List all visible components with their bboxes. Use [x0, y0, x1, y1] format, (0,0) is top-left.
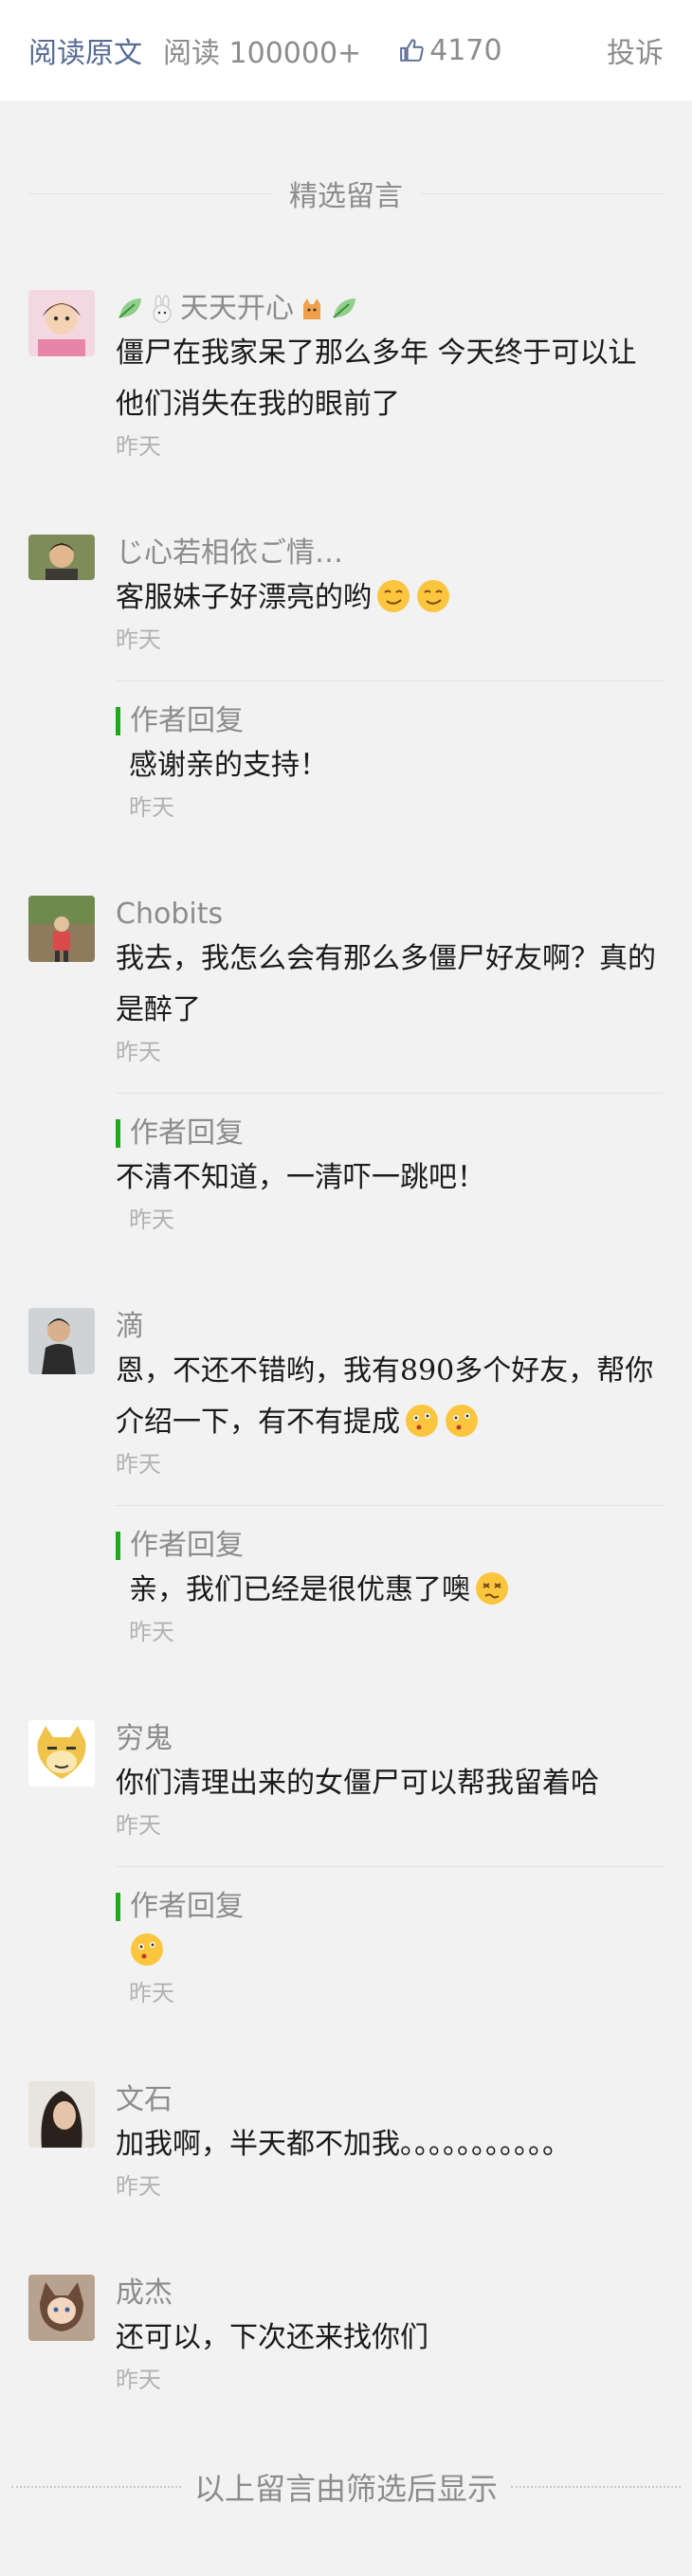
shy-emoji-icon — [446, 1405, 478, 1437]
comment-time: 昨天 — [116, 626, 161, 653]
comment-time: 昨天 — [116, 1039, 161, 1065]
comment-text: 你们清理出来的女僵尸可以帮我留着哈 — [116, 1767, 599, 1800]
reply-text — [116, 1926, 664, 1977]
shy-emoji-icon — [131, 1933, 163, 1966]
reply-label: 作者回复 — [130, 704, 244, 737]
comment-list: 天天开心 僵尸在我家呆了那么多年 今天终于可以让他们消失在我的眼前了 昨天 じ心… — [0, 212, 692, 2394]
leaf-icon — [118, 299, 141, 318]
reply-text: 亲，我们已经是很优惠了噢 — [116, 1565, 664, 1616]
comment-time: 昨天 — [116, 1451, 161, 1478]
commenter-name: 滴 — [116, 1310, 144, 1343]
featured-comments-header: 精选留言 — [0, 174, 692, 213]
avatar[interactable] — [28, 2275, 95, 2341]
divider — [11, 2486, 181, 2488]
author-reply: 作者回复 昨天 — [116, 1866, 664, 2007]
cat-icon — [303, 299, 320, 319]
commenter-name-text: 天天开心 — [180, 292, 294, 325]
comment-time: 昨天 — [116, 1812, 161, 1839]
shy-emoji-icon — [406, 1405, 438, 1437]
commenter-name: Chobits — [116, 898, 224, 931]
comment-time: 昨天 — [116, 433, 161, 460]
reply-label: 作者回复 — [130, 1890, 244, 1923]
reply-time: 昨天 — [129, 1619, 174, 1645]
divider — [420, 192, 664, 194]
reply-accent-bar — [116, 707, 120, 735]
reply-time: 昨天 — [129, 1206, 174, 1233]
smirk-emoji-icon — [377, 580, 410, 612]
author-reply: 作者回复 亲，我们已经是很优惠了噢 昨天 — [116, 1505, 664, 1646]
author-reply: 作者回复 不清不知道，一清吓一跳吧！ 昨天 — [116, 1093, 664, 1234]
avatar[interactable] — [28, 2081, 95, 2148]
section-title: 精选留言 — [289, 180, 403, 213]
author-reply: 作者回复 感谢亲的支持！ 昨天 — [116, 680, 664, 822]
footer-note-text: 以上留言由筛选后显示 — [194, 2471, 499, 2507]
comment-text: 还可以，下次还来找你们 — [116, 2321, 428, 2354]
comment-text-content: 恩，不还不错哟，我有890多个好友，帮你介绍一下，有不有提成 — [116, 1354, 654, 1439]
avatar[interactable] — [28, 1308, 95, 1374]
commenter-name: じ心若相依ご情… — [116, 536, 343, 570]
avatar[interactable] — [28, 1720, 95, 1787]
like-button[interactable]: 4170 — [399, 33, 502, 67]
comment-item: 天天开心 僵尸在我家呆了那么多年 今天终于可以让他们消失在我的眼前了 昨天 — [28, 290, 664, 461]
reply-text: 感谢亲的支持！ — [129, 749, 328, 782]
dizzy-emoji-icon — [476, 1572, 508, 1605]
comment-time: 昨天 — [116, 2367, 161, 2393]
commenter-name: 穷鬼 — [116, 1722, 173, 1755]
comment-text: 僵尸在我家呆了那么多年 今天终于可以让他们消失在我的眼前了 — [116, 336, 637, 421]
reply-time: 昨天 — [129, 1980, 174, 2006]
thumbs-up-icon — [400, 39, 424, 62]
smirk-emoji-icon — [417, 580, 449, 612]
reply-time: 昨天 — [129, 794, 174, 821]
reply-label: 作者回复 — [130, 1116, 244, 1150]
reply-accent-bar — [116, 1893, 120, 1921]
reply-label: 作者回复 — [130, 1529, 244, 1562]
comment-time: 昨天 — [116, 2173, 161, 2200]
filtered-comments-note: 以上留言由筛选后显示 — [0, 2468, 692, 2507]
divider — [511, 2486, 682, 2488]
commenter-name: 文石 — [116, 2083, 173, 2116]
read-original-link[interactable]: 阅读原文 — [28, 29, 142, 71]
avatar[interactable] — [28, 896, 95, 962]
comment-text: 恩，不还不错哟，我有890多个好友，帮你介绍一下，有不有提成 — [116, 1346, 664, 1448]
reply-accent-bar — [116, 1119, 120, 1148]
avatar[interactable] — [28, 535, 95, 580]
read-count: 阅读 100000+ — [163, 37, 362, 70]
comment-item: 成杰 还可以，下次还来找你们 昨天 — [28, 2275, 664, 2394]
article-toolbar: 阅读原文 阅读 100000+ 4170 投诉 — [0, 0, 692, 100]
comment-item: 穷鬼 你们清理出来的女僵尸可以帮我留着哈 昨天 作者回复 昨天 — [28, 1720, 664, 2007]
rabbit-icon — [153, 295, 172, 323]
comment-text: 我去，我怎么会有那么多僵尸好友啊？真的是醉了 — [116, 942, 656, 1026]
commenter-name: 成杰 — [116, 2277, 173, 2310]
avatar[interactable] — [28, 290, 95, 356]
comment-text: 客服妹子好漂亮的哟 — [116, 572, 664, 624]
commenter-name: 天天开心 — [116, 290, 664, 328]
reply-text: 不清不知道，一清吓一跳吧！ — [116, 1161, 485, 1194]
comment-item: 文石 加我啊，半天都不加我。。。。。。。。。。。 昨天 — [28, 2081, 664, 2201]
reply-accent-bar — [116, 1532, 120, 1560]
leaf-icon — [333, 299, 355, 318]
divider — [28, 192, 272, 194]
comment-item: 滴 恩，不还不错哟，我有890多个好友，帮你介绍一下，有不有提成 昨天 作者回复… — [28, 1308, 664, 1646]
reply-text-content: 亲，我们已经是很优惠了噢 — [129, 1573, 470, 1606]
like-count: 4170 — [429, 33, 502, 67]
comment-item: Chobits 我去，我怎么会有那么多僵尸好友啊？真的是醉了 昨天 作者回复 不… — [28, 896, 664, 1234]
comment-item: じ心若相依ご情… 客服妹子好漂亮的哟 昨天 作者回复 感谢亲的支持！ 昨天 — [28, 535, 664, 822]
complain-link[interactable]: 投诉 — [607, 29, 664, 71]
comment-text-content: 客服妹子好漂亮的哟 — [116, 581, 372, 614]
comment-text: 加我啊，半天都不加我。。。。。。。。。。。 — [116, 2128, 571, 2161]
